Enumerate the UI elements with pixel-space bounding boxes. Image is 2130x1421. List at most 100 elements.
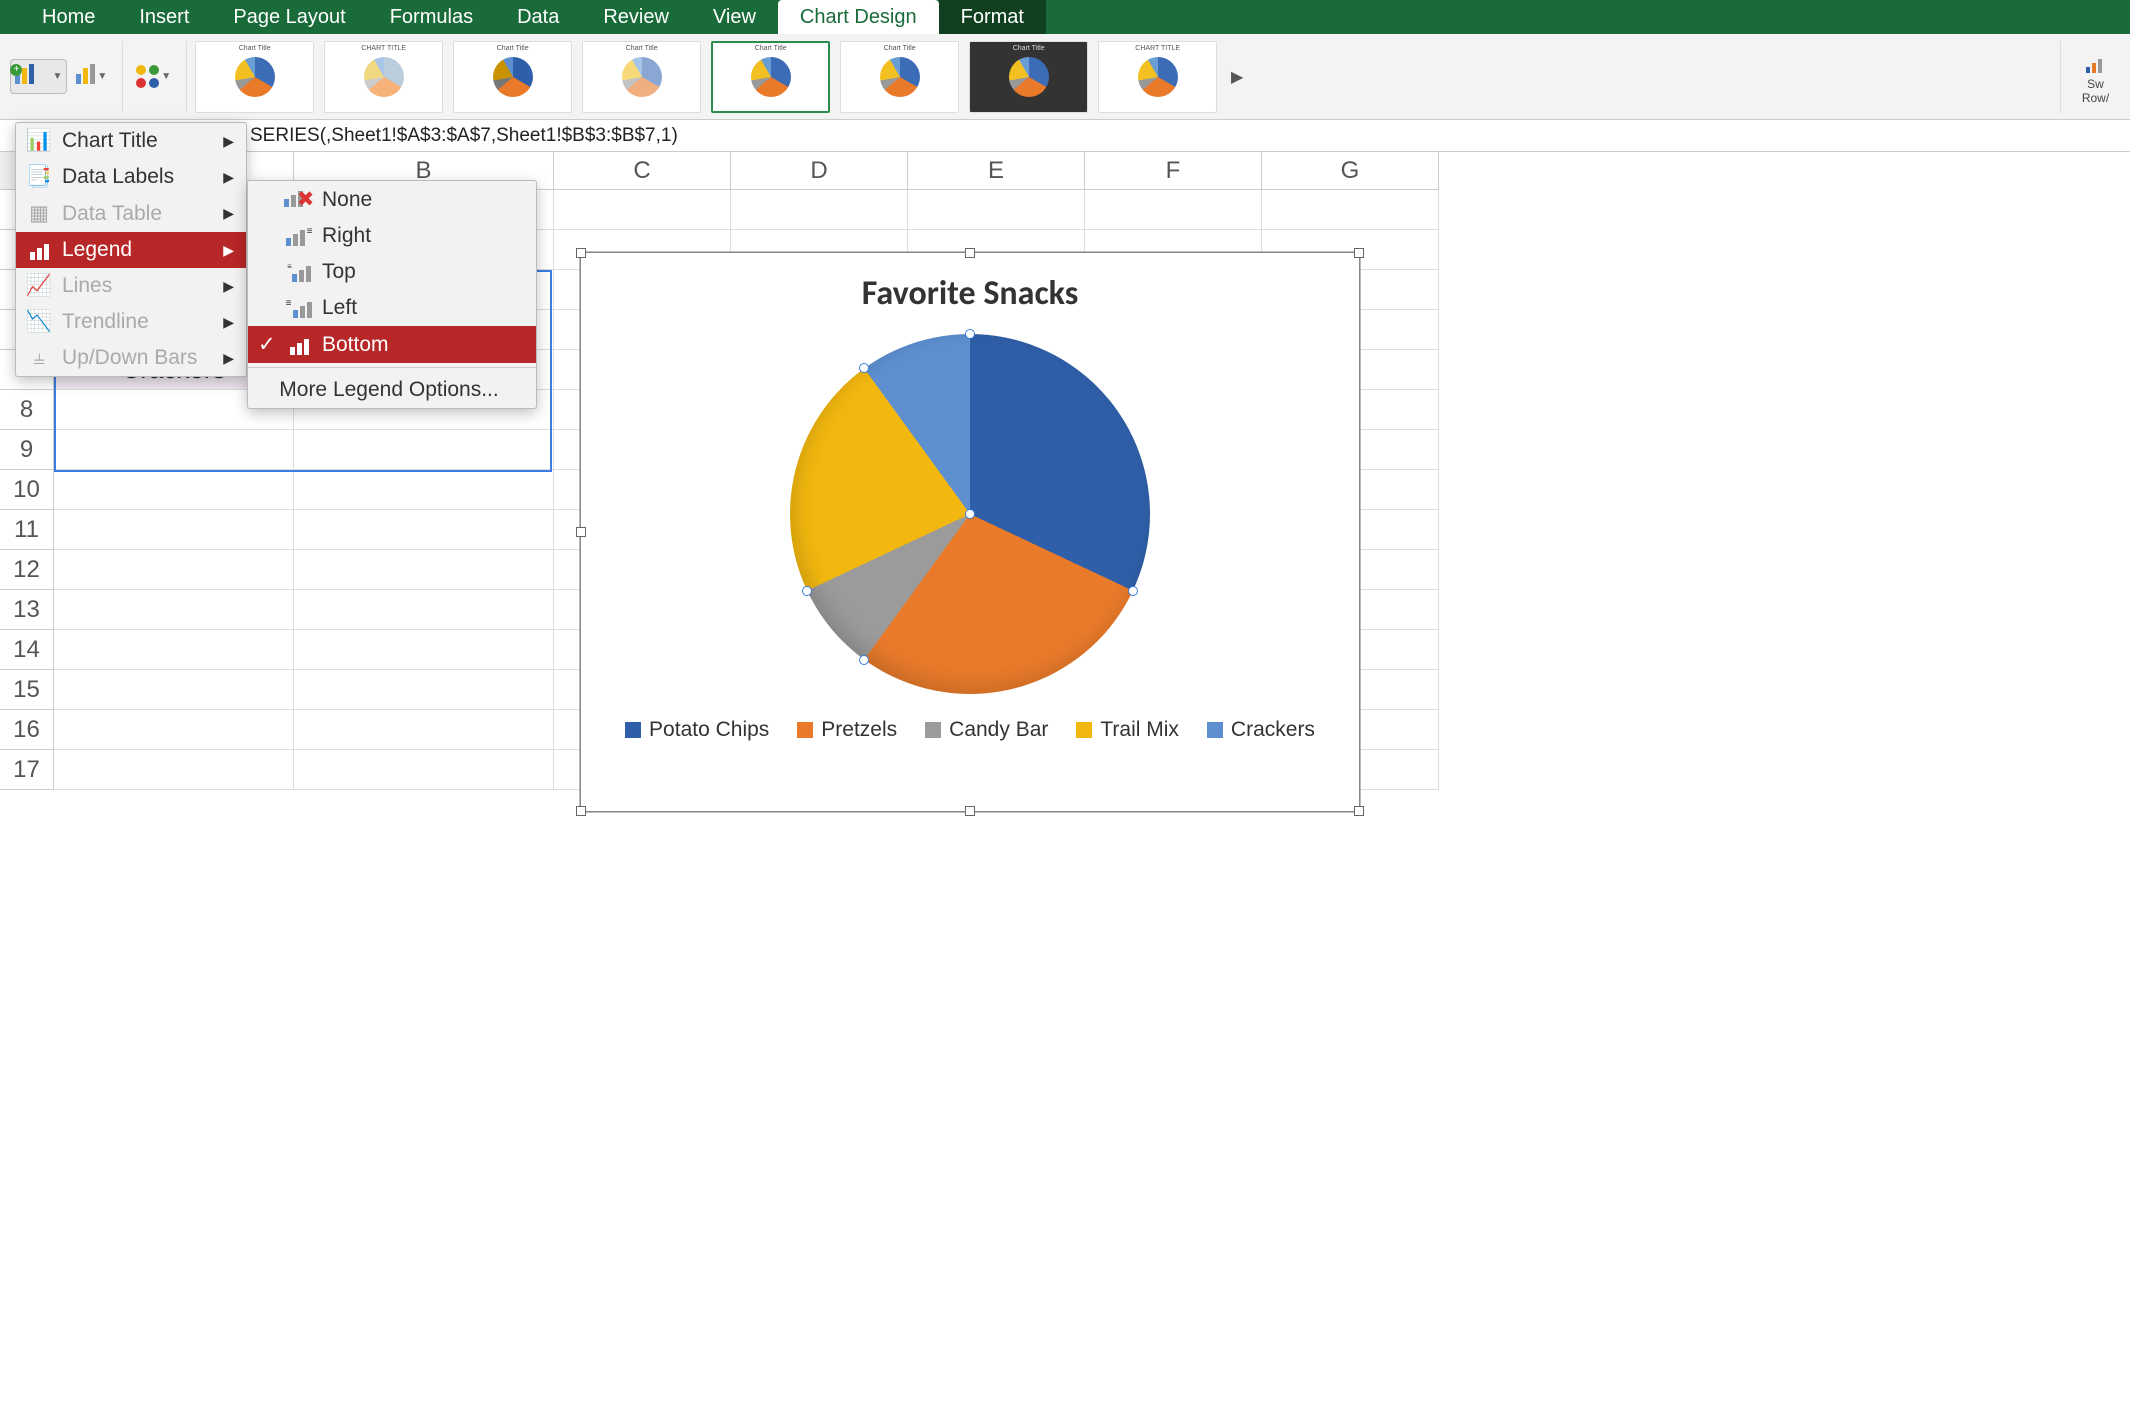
- row-header-13[interactable]: 13: [0, 590, 54, 630]
- data-labels-icon: 📑: [26, 165, 52, 189]
- legend-swatch: [925, 722, 941, 738]
- legend-swatch: [1076, 722, 1092, 738]
- menu-item-lines: 📈 Lines ▶: [16, 268, 246, 304]
- tab-review[interactable]: Review: [581, 0, 691, 34]
- menu-item-trendline: 📉 Trendline ▶: [16, 304, 246, 340]
- cell-b11[interactable]: [294, 510, 554, 550]
- row-header-14[interactable]: 14: [0, 630, 54, 670]
- formula-bar[interactable]: SERIES(,Sheet1!$A$3:$A$7,Sheet1!$B$3:$B$…: [0, 120, 2130, 152]
- caret-down-icon: ▼: [52, 71, 62, 82]
- legend-option-left[interactable]: ≡ Left: [248, 290, 536, 326]
- legend-option-top[interactable]: ≡ Top: [248, 254, 536, 290]
- legend-top-icon: ≡: [286, 262, 312, 282]
- chevron-right-icon: ▶: [223, 314, 234, 331]
- legend-option-bottom[interactable]: ✓ Bottom: [248, 326, 536, 363]
- cell-a17[interactable]: [54, 750, 294, 790]
- cell[interactable]: [731, 190, 908, 230]
- formula-bar-text: SERIES(,Sheet1!$A$3:$A$7,Sheet1!$B$3:$B$…: [250, 125, 678, 147]
- chart-title-icon: 📊: [26, 129, 52, 153]
- change-colors-button[interactable]: ▼: [131, 60, 176, 93]
- cell[interactable]: [554, 190, 731, 230]
- chart-style-2[interactable]: CHART TITLE: [324, 41, 443, 113]
- styles-more-button[interactable]: ▶: [1227, 67, 1247, 87]
- chart-style-3[interactable]: Chart Title: [453, 41, 572, 113]
- cell-b12[interactable]: [294, 550, 554, 590]
- cell-b9[interactable]: [294, 430, 554, 470]
- cell-a10[interactable]: [54, 470, 294, 510]
- pie-chart[interactable]: [790, 334, 1150, 694]
- col-header-f[interactable]: F: [1085, 152, 1262, 190]
- legend-submenu: ✖ None ≡ Right ≡ Top ≡ Left ✓ Bottom Mor…: [247, 180, 537, 409]
- chart-style-6[interactable]: Chart Title: [840, 41, 959, 113]
- cell-b16[interactable]: [294, 710, 554, 750]
- tab-chart-design[interactable]: Chart Design: [778, 0, 939, 34]
- chart-title[interactable]: Favorite Snacks: [581, 273, 1359, 314]
- cell-a14[interactable]: [54, 630, 294, 670]
- updown-bars-icon: ⫨: [26, 346, 52, 370]
- cell[interactable]: [908, 190, 1085, 230]
- chevron-right-icon: ▶: [223, 133, 234, 150]
- chart-legend[interactable]: Potato Chips Pretzels Candy Bar Trail Mix Cr…: [581, 718, 1359, 742]
- tab-home[interactable]: Home: [20, 0, 117, 34]
- ribbon-tabs: Home Insert Page Layout Formulas Data Re…: [0, 0, 2130, 34]
- cell-a9[interactable]: [54, 430, 294, 470]
- data-table-icon: ▦: [26, 201, 52, 226]
- tab-data[interactable]: Data: [495, 0, 581, 34]
- chart-style-1[interactable]: Chart Title: [195, 41, 314, 113]
- row-header-15[interactable]: 15: [0, 670, 54, 710]
- row-header-10[interactable]: 10: [0, 470, 54, 510]
- cell[interactable]: [1262, 190, 1439, 230]
- col-header-c[interactable]: C: [554, 152, 731, 190]
- chevron-right-icon: ▶: [223, 205, 234, 222]
- col-header-e[interactable]: E: [908, 152, 1085, 190]
- cell-b14[interactable]: [294, 630, 554, 670]
- legend-swatch: [797, 722, 813, 738]
- legend-more-options[interactable]: More Legend Options...: [248, 372, 536, 408]
- switch-row-column-button[interactable]: Sw Row/: [2060, 41, 2120, 113]
- cell-b15[interactable]: [294, 670, 554, 710]
- legend-none-icon: ✖: [286, 187, 312, 212]
- legend-item[interactable]: Candy Bar: [925, 718, 1048, 742]
- chart-style-8[interactable]: CHART TITLE: [1098, 41, 1217, 113]
- legend-swatch: [1207, 722, 1223, 738]
- add-element-icon: +: [15, 64, 50, 89]
- chart-style-5[interactable]: Chart Title: [711, 41, 830, 113]
- tab-page-layout[interactable]: Page Layout: [211, 0, 367, 34]
- chart-style-4[interactable]: Chart Title: [582, 41, 701, 113]
- legend-item[interactable]: Pretzels: [797, 718, 897, 742]
- cell-a11[interactable]: [54, 510, 294, 550]
- legend-item[interactable]: Potato Chips: [625, 718, 769, 742]
- col-header-g[interactable]: G: [1262, 152, 1439, 190]
- cell-a12[interactable]: [54, 550, 294, 590]
- row-header-12[interactable]: 12: [0, 550, 54, 590]
- menu-item-legend[interactable]: Legend ▶: [16, 232, 246, 268]
- cell-a15[interactable]: [54, 670, 294, 710]
- cell[interactable]: [1085, 190, 1262, 230]
- legend-option-right[interactable]: ≡ Right: [248, 218, 536, 254]
- legend-item[interactable]: Crackers: [1207, 718, 1315, 742]
- row-header-16[interactable]: 16: [0, 710, 54, 750]
- cell-b17[interactable]: [294, 750, 554, 790]
- row-header-9[interactable]: 9: [0, 430, 54, 470]
- tab-format[interactable]: Format: [939, 0, 1046, 34]
- tab-insert[interactable]: Insert: [117, 0, 211, 34]
- legend-option-none[interactable]: ✖ None: [248, 181, 536, 218]
- add-chart-element-button[interactable]: + ▼: [10, 59, 67, 94]
- menu-item-data-labels[interactable]: 📑 Data Labels ▶: [16, 159, 246, 195]
- tab-view[interactable]: View: [691, 0, 778, 34]
- chart-object[interactable]: Favorite Snacks Potato Chips Pretzels Cand…: [580, 252, 1360, 812]
- row-header-11[interactable]: 11: [0, 510, 54, 550]
- cell-b10[interactable]: [294, 470, 554, 510]
- cell-a13[interactable]: [54, 590, 294, 630]
- row-header-17[interactable]: 17: [0, 750, 54, 790]
- col-header-d[interactable]: D: [731, 152, 908, 190]
- chart-style-7[interactable]: Chart Title: [969, 41, 1088, 113]
- cell-a16[interactable]: [54, 710, 294, 750]
- cell-b13[interactable]: [294, 590, 554, 630]
- legend-item[interactable]: Trail Mix: [1076, 718, 1179, 742]
- chevron-right-icon: ▶: [223, 169, 234, 186]
- tab-formulas[interactable]: Formulas: [368, 0, 495, 34]
- quick-layout-button[interactable]: ▼: [71, 59, 112, 94]
- row-header-8[interactable]: 8: [0, 390, 54, 430]
- menu-item-chart-title[interactable]: 📊 Chart Title ▶: [16, 123, 246, 159]
